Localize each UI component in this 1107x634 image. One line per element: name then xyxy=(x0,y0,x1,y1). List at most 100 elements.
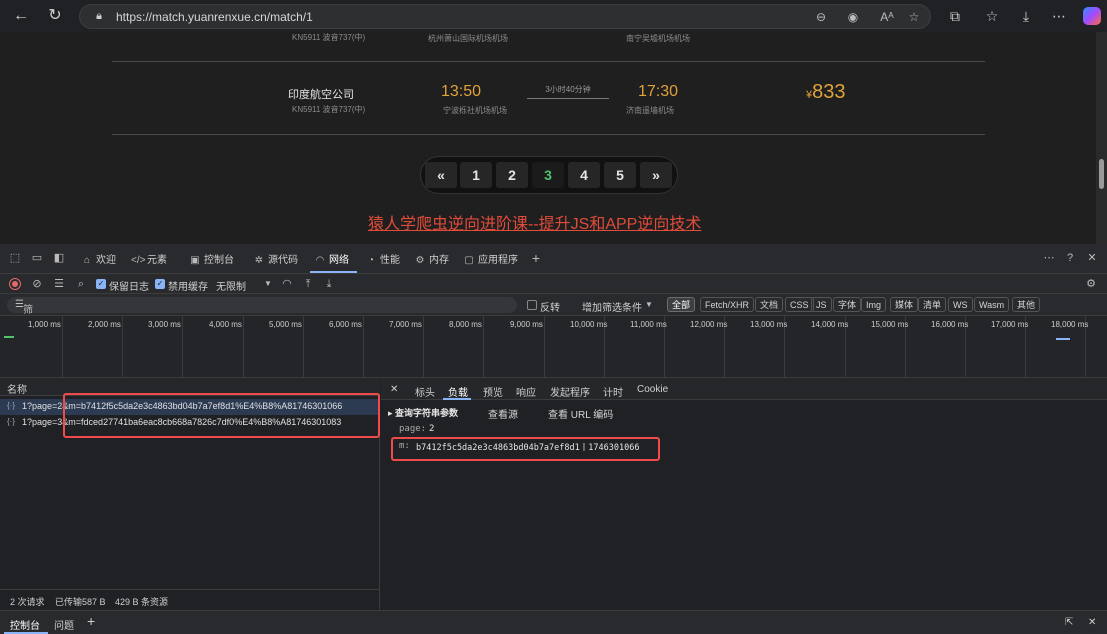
lock-icon: 🔒︎ xyxy=(96,10,102,22)
filter-input[interactable]: ☰ 筛选器 xyxy=(7,297,517,346)
tab-memory[interactable]: ⚙ 内存 xyxy=(413,251,449,266)
read-aloud-icon[interactable]: Aᴬ xyxy=(879,9,895,25)
page-prev-button[interactable]: « xyxy=(425,162,457,188)
favorites-icon[interactable]: ☆ xyxy=(982,6,1002,26)
timeline-tick-label: 1,000 ms xyxy=(28,320,61,329)
export-har-icon[interactable]: ⤓ xyxy=(322,277,336,291)
close-details-icon[interactable]: ✕ xyxy=(390,384,398,395)
copilot-icon[interactable] xyxy=(1083,7,1101,25)
filter-chip-font[interactable]: 字体 xyxy=(833,297,862,312)
tab-initiator[interactable]: 发起程序 xyxy=(550,384,590,399)
filter-chip-fetch-xhr[interactable]: Fetch/XHR xyxy=(700,297,755,312)
tab-cookie[interactable]: Cookie xyxy=(637,384,668,395)
filter-toggle-icon[interactable]: ☰ xyxy=(52,277,66,291)
tab-console[interactable]: ▣ 控制台 xyxy=(188,251,234,266)
invert-label: 反转 xyxy=(540,303,560,314)
tab-preview[interactable]: 预览 xyxy=(483,384,503,399)
close-devtools-icon[interactable]: ✕ xyxy=(1085,251,1099,265)
filter-chip-all[interactable]: 全部 xyxy=(667,297,696,312)
divider xyxy=(112,134,985,135)
address-bar[interactable]: 🔒︎ https://match.yuanrenxue.cn/match/1 ⊖… xyxy=(79,4,931,29)
tab-headers[interactable]: 标头 xyxy=(415,384,435,399)
close-drawer-icon[interactable]: ✕ xyxy=(1088,617,1096,628)
drawer-tab-issues[interactable]: 问题 xyxy=(54,617,74,632)
reload-icon[interactable]: ↻ xyxy=(45,6,65,26)
view-url-encoded-link[interactable]: 查看 URL 编码 xyxy=(548,406,613,421)
favorite-star-icon[interactable]: ☆ xyxy=(906,9,922,25)
clear-icon[interactable]: ⊘ xyxy=(30,277,44,291)
page-3-button[interactable]: 3 xyxy=(532,162,564,188)
filter-chip-img[interactable]: Img xyxy=(861,297,887,312)
network-timeline[interactable]: 1,000 ms 2,000 ms 3,000 ms 4,000 ms 5,000 ms… xyxy=(0,316,1107,378)
filter-chip-css[interactable]: CSS xyxy=(785,297,814,312)
more-filters-dropdown[interactable]: 增加筛选条件 xyxy=(582,299,642,314)
import-har-icon[interactable]: ⤒ xyxy=(301,277,315,291)
drawer-tab-console[interactable]: 控制台 xyxy=(10,617,40,632)
back-arrow-icon[interactable]: ← xyxy=(11,6,31,26)
view-source-link[interactable]: 查看源 xyxy=(488,406,518,421)
zoom-icon[interactable]: ⊖ xyxy=(813,9,829,25)
timeline-gridline xyxy=(122,316,123,378)
more-options-icon[interactable]: ⋯ xyxy=(1042,251,1056,265)
arrive-time: 17:30 xyxy=(638,83,679,100)
prev-from-airport: 杭州萧山国际机场机场 xyxy=(428,34,508,43)
filter-chip-ws[interactable]: WS xyxy=(948,297,973,312)
preserve-log-label: 保留日志 xyxy=(109,282,149,293)
tab-timing[interactable]: 计时 xyxy=(603,384,623,399)
tab-sources[interactable]: ✲ 源代码 xyxy=(252,251,298,266)
timeline-tick-label: 9,000 ms xyxy=(510,320,543,329)
promo-link[interactable]: 猿人学爬虫逆向进阶课--提升JS和APP逆向技术 xyxy=(368,210,701,234)
filter-chip-doc[interactable]: 文档 xyxy=(755,297,784,312)
tab-network[interactable]: ◠ 网络 xyxy=(313,251,349,266)
preserve-log-checkbox[interactable]: ✓ xyxy=(96,279,106,289)
dock-drawer-icon[interactable]: ⇱ xyxy=(1065,617,1073,628)
dock-panel-icon[interactable]: ◧ xyxy=(52,251,66,265)
extensions-icon[interactable]: ⧉ xyxy=(945,6,965,26)
page-scrollbar[interactable] xyxy=(1096,32,1107,244)
tab-application[interactable]: ▢ 应用程序 xyxy=(462,251,518,266)
scrollbar-thumb[interactable] xyxy=(1099,159,1104,189)
filter-chip-other[interactable]: 其他 xyxy=(1012,297,1041,312)
url-text[interactable]: https://match.yuanrenxue.cn/match/1 xyxy=(116,10,313,24)
filter-chip-media[interactable]: 媒体 xyxy=(890,297,919,312)
disable-cache-checkbox[interactable]: ✓ xyxy=(155,279,165,289)
page-2-button[interactable]: 2 xyxy=(496,162,528,188)
throttling-select[interactable]: 无限制 xyxy=(216,278,246,293)
code-icon: </> xyxy=(131,255,146,266)
network-conditions-icon[interactable]: ◠ xyxy=(280,277,294,291)
tab-elements[interactable]: </> 元素 xyxy=(131,251,167,266)
help-icon[interactable]: ? xyxy=(1063,251,1077,265)
page-1-button[interactable]: 1 xyxy=(460,162,492,188)
name-column-header[interactable]: 名称 xyxy=(7,381,27,396)
timeline-tick-label: 3,000 ms xyxy=(148,320,181,329)
filter-chip-js[interactable]: JS xyxy=(811,297,832,312)
page-next-button[interactable]: » xyxy=(640,162,672,188)
tab-performance[interactable]: ◔ 性能 xyxy=(364,251,400,266)
app-available-icon[interactable]: ◉ xyxy=(845,9,861,25)
page-4-button[interactable]: 4 xyxy=(568,162,600,188)
timeline-tick-label: 2,000 ms xyxy=(88,320,121,329)
filter-chip-wasm[interactable]: Wasm xyxy=(974,297,1010,312)
chevron-down-icon[interactable]: ▼ xyxy=(642,298,656,312)
settings-gear-icon[interactable]: ⚙ xyxy=(1084,277,1098,291)
tab-welcome[interactable]: ⌂ 欢迎 xyxy=(80,251,116,266)
param-value-page: 2 xyxy=(429,424,435,434)
page-5-button[interactable]: 5 xyxy=(604,162,636,188)
record-icon[interactable] xyxy=(9,278,21,290)
add-tab-icon[interactable]: + xyxy=(529,251,543,265)
timeline-tick-label: 10,000 ms xyxy=(570,320,608,329)
timeline-tick-label: 6,000 ms xyxy=(329,320,362,329)
tab-response[interactable]: 响应 xyxy=(516,384,536,399)
invert-checkbox[interactable] xyxy=(527,300,537,310)
more-menu-icon[interactable]: ⋯ xyxy=(1049,6,1069,26)
search-icon[interactable]: ⌕ xyxy=(74,277,88,291)
chevron-down-icon[interactable]: ▼ xyxy=(261,277,275,291)
downloads-icon[interactable]: ⤓ xyxy=(1016,6,1036,26)
tab-payload[interactable]: 负载 xyxy=(448,384,468,399)
query-params-section[interactable]: ▸ 查询字符串参数 xyxy=(388,406,458,419)
device-emulation-icon[interactable]: ▭ xyxy=(30,251,44,265)
timeline-gridline xyxy=(423,316,424,378)
inspect-element-icon[interactable]: ⬚ xyxy=(8,251,22,265)
add-drawer-tab-icon[interactable]: + xyxy=(87,613,95,629)
filter-chip-manifest[interactable]: 清单 xyxy=(918,297,947,312)
